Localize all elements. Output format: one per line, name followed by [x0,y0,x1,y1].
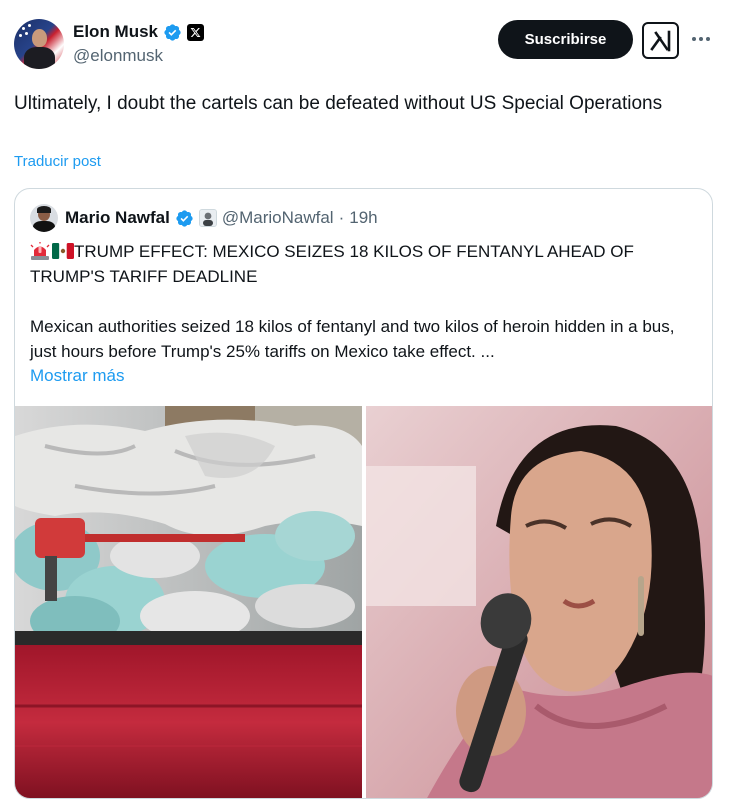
quoted-author-avatar[interactable] [30,204,58,232]
x-affiliate-icon [187,23,205,41]
quoted-author-name[interactable]: Mario Nawfal [65,208,170,228]
more-options-icon[interactable] [689,27,713,51]
media-grid [15,406,712,798]
affiliate-badge-icon [198,209,217,227]
post: Elon Musk @elonmusk Suscribirse Ultimate… [0,0,730,803]
author-avatar[interactable] [14,19,64,69]
quoted-headline: TRUMP EFFECT: MEXICO SEIZES 18 KILOS OF … [30,239,690,289]
mexico-flag-emoji [52,243,74,259]
show-more-link[interactable]: Mostrar más [30,363,124,388]
quoted-body-text: Mexican authorities seized 18 kilos of f… [30,317,675,361]
quoted-post[interactable]: Mario Nawfal @MarioNawfal · 19h TRUMP EF… [14,188,713,799]
separator-dot: · [338,208,345,227]
post-time[interactable]: 19h [349,208,377,228]
subscribe-button[interactable]: Suscribirse [498,20,633,59]
grok-button[interactable] [642,22,679,59]
speaker-with-microphone-photo[interactable] [366,406,712,798]
author-name[interactable]: Elon Musk [73,22,158,42]
translate-post-link[interactable]: Traducir post [14,153,101,170]
seized-drugs-photo[interactable] [15,406,362,798]
quoted-author-row: Mario Nawfal @MarioNawfal · 19h [65,207,378,229]
author-handle[interactable]: @elonmusk [73,46,204,66]
grok-icon [649,30,670,51]
post-text: Ultimately, I doubt the cartels can be d… [14,93,663,114]
verified-badge-icon [176,209,193,227]
quoted-headline-text: TRUMP EFFECT: MEXICO SEIZES 18 KILOS OF … [30,242,634,286]
author-block: Elon Musk @elonmusk [73,20,205,66]
police-light-emoji [30,242,50,260]
verified-badge-icon [164,23,181,41]
quoted-author-handle[interactable]: @MarioNawfal [222,208,334,228]
